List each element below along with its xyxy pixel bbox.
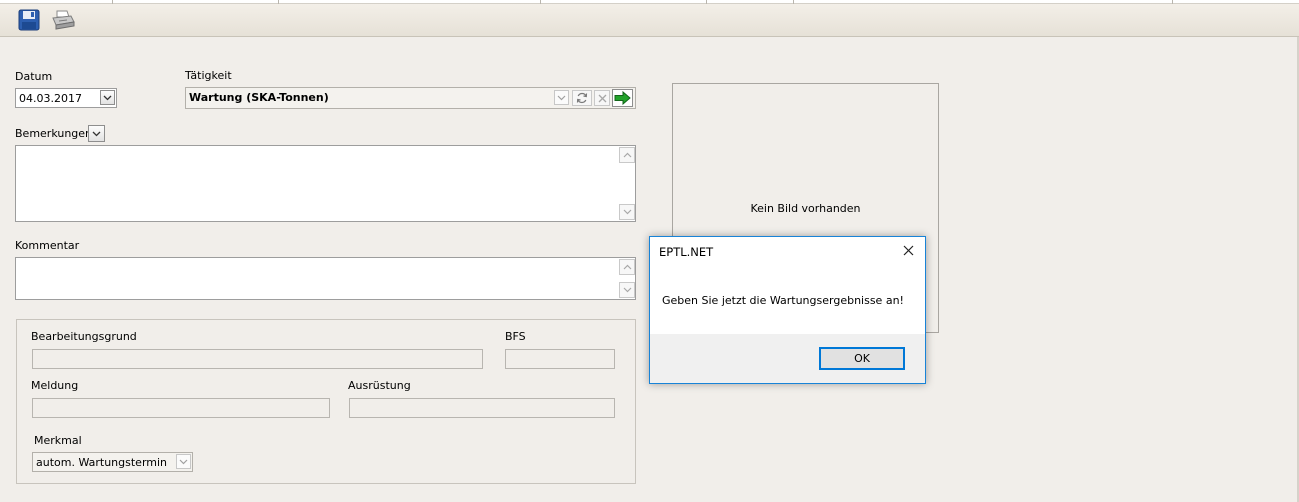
bemerkungen-label: Bemerkungen xyxy=(15,127,93,140)
dialog-close-button[interactable] xyxy=(899,241,917,259)
chevron-down-icon xyxy=(92,131,101,136)
chevron-up-icon xyxy=(623,264,631,270)
taetigkeit-value: Wartung (SKA-Tonnen) xyxy=(189,91,329,104)
bfs-field[interactable] xyxy=(505,349,615,369)
taetigkeit-clear-button[interactable] xyxy=(594,90,610,106)
bemerkungen-dropdown-button[interactable] xyxy=(88,125,105,142)
toolbar xyxy=(0,4,1299,37)
merkmal-value: autom. Wartungstermin xyxy=(36,456,168,469)
dialog-footer: OK xyxy=(650,334,925,383)
chevron-down-icon xyxy=(623,287,631,293)
taetigkeit-combobox[interactable]: Wartung (SKA-Tonnen) xyxy=(185,87,636,109)
ausruestung-field[interactable] xyxy=(349,398,615,418)
ok-button[interactable]: OK xyxy=(819,347,905,370)
merkmal-dropdown-button[interactable] xyxy=(176,454,191,469)
taetigkeit-dropdown-button[interactable] xyxy=(554,90,569,105)
taetigkeit-refresh-button[interactable] xyxy=(572,90,592,106)
dialog-title: EPTL.NET xyxy=(659,245,714,259)
bemerkungen-textarea[interactable] xyxy=(15,145,636,222)
chevron-down-icon xyxy=(623,209,631,215)
floppy-disk-icon xyxy=(18,9,40,31)
close-icon xyxy=(903,245,913,255)
datum-date-picker[interactable]: 04.03.2017 xyxy=(15,88,117,108)
message-dialog: EPTL.NET Geben Sie jetzt die Wartungserg… xyxy=(649,236,926,384)
bfs-label: BFS xyxy=(505,330,526,343)
kommentar-textarea[interactable] xyxy=(15,257,636,300)
taetigkeit-go-button[interactable] xyxy=(612,89,633,107)
scroll-down-button[interactable] xyxy=(619,282,635,298)
arrow-right-icon xyxy=(614,91,631,105)
chevron-down-icon xyxy=(103,95,112,100)
chevron-down-icon xyxy=(179,459,188,464)
print-button[interactable] xyxy=(50,8,76,32)
bearbeitungsgrund-label: Bearbeitungsgrund xyxy=(31,330,137,343)
ausruestung-label: Ausrüstung xyxy=(348,379,411,392)
chevron-down-icon xyxy=(557,95,566,100)
meldung-field[interactable] xyxy=(32,398,330,418)
chevron-up-icon xyxy=(623,152,631,158)
printer-icon xyxy=(52,10,75,30)
kommentar-label: Kommentar xyxy=(15,239,80,252)
merkmal-combobox[interactable]: autom. Wartungstermin xyxy=(32,452,193,472)
dialog-message: Geben Sie jetzt die Wartungsergebnisse a… xyxy=(662,294,904,307)
datum-value: 04.03.2017 xyxy=(19,92,82,105)
scroll-up-button[interactable] xyxy=(619,259,635,275)
taetigkeit-label: Tätigkeit xyxy=(185,69,232,82)
save-button[interactable] xyxy=(16,8,42,32)
meldung-label: Meldung xyxy=(31,379,79,392)
bearbeitungsgrund-field[interactable] xyxy=(32,349,483,369)
merkmal-label: Merkmal xyxy=(34,434,82,447)
datum-dropdown-button[interactable] xyxy=(100,90,115,105)
refresh-icon xyxy=(576,92,588,104)
datum-label: Datum xyxy=(15,70,53,83)
scroll-up-button[interactable] xyxy=(619,147,635,163)
scroll-down-button[interactable] xyxy=(619,204,635,220)
close-icon xyxy=(598,94,606,102)
no-image-text: Kein Bild vorhanden xyxy=(750,202,861,215)
